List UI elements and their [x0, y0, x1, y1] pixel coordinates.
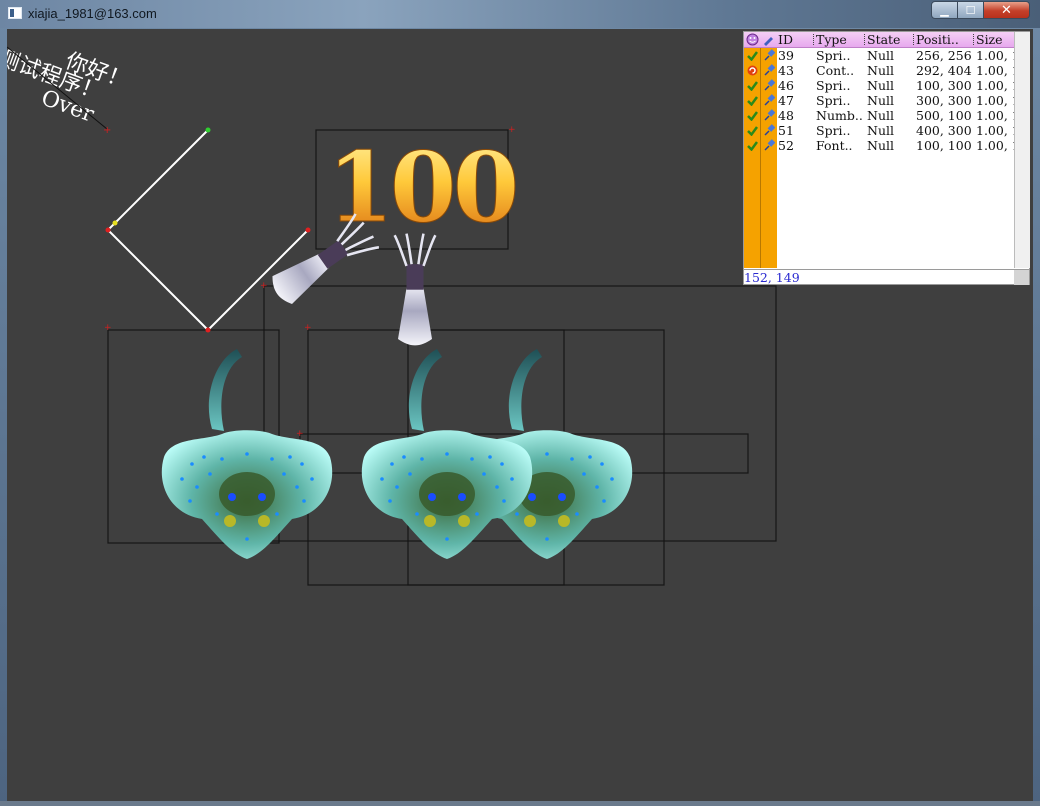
cell-type: Spri..	[816, 78, 851, 93]
cell-id: 52	[778, 138, 794, 153]
check-icon[interactable]	[747, 95, 758, 106]
bone-joint-node[interactable]	[112, 220, 118, 226]
stingray-sprite-left[interactable]	[161, 349, 333, 559]
list-row[interactable]: 48 Numb.. Null 500, 100 1.00, 1.	[744, 108, 1024, 123]
cell-type: Numb..	[816, 108, 863, 123]
minimize-button[interactable]: ▁	[931, 1, 958, 19]
cell-state: Null	[867, 48, 894, 63]
title-bar[interactable]: xiajia_1981@163.com ▁ ☐ ✕	[0, 0, 1040, 28]
svg-text:+: +	[104, 323, 112, 333]
cell-state: Null	[867, 123, 894, 138]
svg-text:+: +	[260, 281, 268, 291]
skeleton-bones	[107, 129, 309, 331]
anchor-marker: +	[103, 125, 111, 136]
check-icon[interactable]	[747, 140, 758, 151]
cell-state: Null	[867, 108, 894, 123]
check-icon[interactable]	[747, 80, 758, 91]
window-bottom-border	[0, 801, 1040, 806]
pin-icon[interactable]	[763, 109, 775, 121]
cell-id: 47	[778, 93, 794, 108]
pencil-icon[interactable]	[762, 33, 775, 46]
pin-icon[interactable]	[763, 49, 775, 61]
cell-state: Null	[867, 138, 894, 153]
pin-icon[interactable]	[763, 139, 775, 151]
cell-state: Null	[867, 63, 894, 78]
cell-type: Spri..	[816, 48, 851, 63]
pin-icon[interactable]	[763, 124, 775, 136]
app-window: xiajia_1981@163.com ▁ ☐ ✕ 你好！ 测试程序！ Over…	[0, 0, 1040, 806]
cell-position: 300, 300	[916, 93, 972, 108]
check-icon[interactable]	[747, 125, 758, 136]
window-title: xiajia_1981@163.com	[28, 6, 157, 21]
cell-position: 100, 100	[916, 138, 972, 153]
cell-id: 39	[778, 48, 794, 63]
bone-node[interactable]	[305, 227, 311, 233]
rotated-text-sprite: 你好！ 测试程序！ Over	[7, 45, 133, 128]
header-type[interactable]: Type	[816, 32, 847, 47]
list-row[interactable]: 46 Spri.. Null 100, 300 1.00, 1.	[744, 78, 1024, 93]
face-icon[interactable]	[746, 33, 759, 46]
cell-position: 400, 300	[916, 123, 972, 138]
header-position[interactable]: Positi..	[916, 32, 959, 47]
maximize-button[interactable]: ☐	[957, 1, 984, 19]
bone-node[interactable]	[205, 327, 211, 333]
list-row[interactable]: 51 Spri.. Null 400, 300 1.00, 1.	[744, 123, 1024, 138]
app-icon[interactable]	[8, 7, 22, 19]
bone-root-node[interactable]	[105, 227, 111, 233]
cell-type: Cont..	[816, 63, 855, 78]
cell-position: 256, 256	[916, 48, 972, 63]
vertical-scrollbar[interactable]	[1014, 32, 1030, 268]
cell-type: Spri..	[816, 93, 851, 108]
close-button[interactable]: ✕	[983, 1, 1030, 19]
svg-text:+: +	[296, 429, 304, 439]
cell-id: 43	[778, 63, 794, 78]
check-icon[interactable]	[747, 50, 758, 61]
cell-id: 48	[778, 108, 794, 123]
size-grip[interactable]	[1014, 269, 1029, 285]
header-state[interactable]: State	[867, 32, 900, 47]
list-row[interactable]: 52 Font.. Null 100, 100 1.00, 1.	[744, 138, 1024, 153]
cell-id: 46	[778, 78, 794, 93]
header-id[interactable]: ID	[778, 32, 793, 47]
pin-icon[interactable]	[763, 94, 775, 106]
list-row[interactable]: 47 Spri.. Null 300, 300 1.00, 1.	[744, 93, 1024, 108]
stingray-sprite-middle[interactable]	[361, 349, 533, 559]
list-row[interactable]: 43 Cont.. Null 292, 404 1.00, 1.	[744, 63, 1024, 78]
check-icon[interactable]	[747, 110, 758, 121]
object-list-panel[interactable]: ID Type State Positi.. Size 39 Spri.. Null…	[743, 31, 1030, 285]
cell-position: 500, 100	[916, 108, 972, 123]
pin-icon[interactable]	[763, 64, 775, 76]
cell-position: 100, 300	[916, 78, 972, 93]
cell-type: Font..	[816, 138, 853, 153]
header-size[interactable]: Size	[976, 32, 1003, 47]
squid-sprite-top[interactable]	[393, 232, 437, 347]
pin-icon[interactable]	[763, 79, 775, 91]
cell-position: 292, 404	[916, 63, 972, 78]
svg-text:+: +	[304, 323, 312, 333]
refresh-icon[interactable]	[747, 65, 758, 76]
list-header: ID Type State Positi.. Size	[744, 32, 1014, 48]
cursor-position-readout: 152, 149	[744, 269, 1014, 285]
render-canvas[interactable]: 你好！ 测试程序！ Over + +++ +++	[7, 29, 1033, 801]
cell-state: Null	[867, 78, 894, 93]
cell-id: 51	[778, 123, 794, 138]
number-sprite-100[interactable]: 100	[327, 131, 521, 245]
list-row[interactable]: 39 Spri.. Null 256, 256 1.00, 1.	[744, 48, 1024, 63]
cell-state: Null	[867, 93, 894, 108]
bone-end-node[interactable]	[205, 127, 211, 133]
cell-type: Spri..	[816, 123, 851, 138]
